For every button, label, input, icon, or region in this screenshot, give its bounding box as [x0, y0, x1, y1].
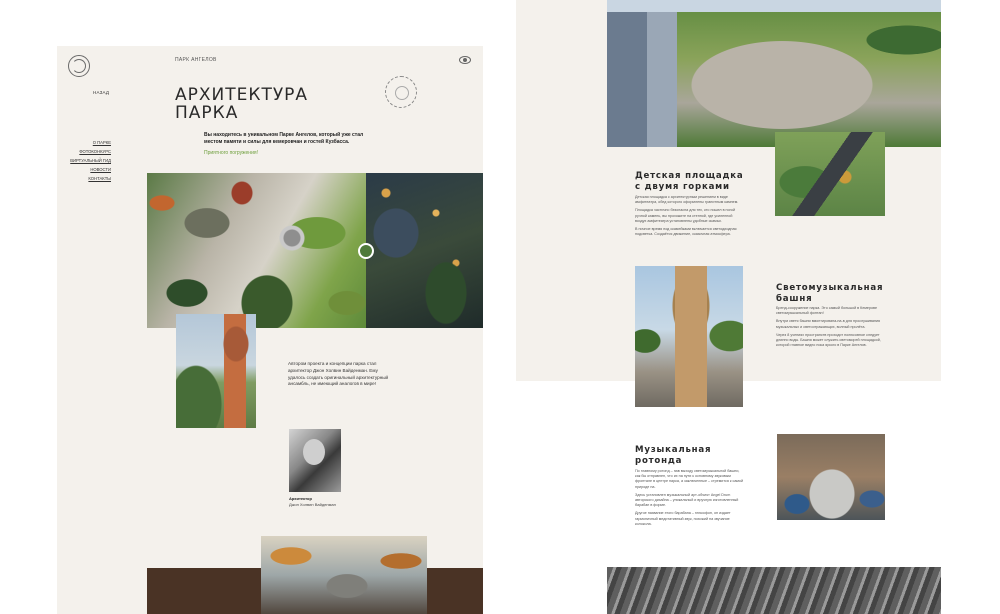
tower-paragraph: Через 8 учениях пространств проходит пол…	[776, 332, 881, 348]
compare-slider-handle[interactable]	[358, 243, 374, 259]
nav-item-about[interactable]: О ПАРКЕ	[93, 140, 111, 145]
nav-item-news[interactable]: НОВОСТИ	[90, 167, 111, 172]
architect-caption-role: Архитектор	[289, 496, 312, 501]
rotonda-text: По главному ротонд – пав выходу светомуз…	[635, 469, 745, 527]
aerial-day-photo	[147, 173, 366, 328]
nav-item-photo-contest[interactable]: ФОТОКОНКУРС	[79, 149, 111, 154]
authors-text: Автором проекта и концепции парка стал а…	[288, 361, 389, 387]
intro-text: Вы находитесь в уникальном Парке Ангелов…	[204, 132, 364, 145]
stone-wall-photo	[607, 567, 941, 614]
nav-item-contacts[interactable]: КОНТАКТЫ	[88, 176, 111, 181]
playground-text: Детская площадка с архитектурным решение…	[635, 195, 743, 237]
back-link[interactable]: НАЗАД	[93, 90, 109, 95]
brand-name: ПАРК АНГЕЛОВ	[175, 57, 217, 63]
round-stamp-icon	[385, 76, 417, 108]
slide-photo	[775, 132, 885, 216]
side-nav: О ПАРКЕ ФОТОКОНКУРС ВИРТУАЛЬНЫЙ ГИД НОВО…	[70, 140, 111, 181]
chapel-photo	[176, 314, 256, 428]
tower-paragraph: Бренд-сооружение парка. Это самый большо…	[776, 306, 878, 316]
tower-text: Бренд-сооружение парка. Это самый большо…	[776, 306, 888, 348]
rotonda-title: Музыкальная ротонда	[635, 445, 712, 466]
architect-caption-name: Джон Холвин Вайденман	[289, 502, 336, 507]
day-night-compare-image	[147, 173, 483, 328]
fountain-photo	[261, 536, 427, 614]
architect-portrait-photo	[289, 429, 341, 492]
rotonda-paragraph: Другое название этого барабана – глюкофо…	[635, 511, 731, 526]
playground-title: Детская площадка с двумя горками	[635, 171, 744, 192]
accessibility-eye-icon[interactable]	[459, 56, 471, 64]
park-logo-icon[interactable]	[68, 55, 90, 77]
playground-paragraph: В ночное время под скамейками включается…	[635, 227, 737, 237]
rotonda-paragraph: По главному ротонд – пав выходу светомуз…	[635, 469, 744, 489]
amphitheatre-photo	[607, 0, 941, 147]
greeting-text: Приятного погружения!	[204, 150, 258, 156]
nav-item-virtual-guide[interactable]: ВИРТУАЛЬНЫЙ ГИД	[70, 158, 111, 163]
left-page: ПАРК АНГЕЛОВ НАЗАД О ПАРКЕ ФОТОКОНКУРС В…	[57, 46, 483, 614]
aerial-night-photo	[366, 173, 483, 328]
tower-paragraph: Внутри светя башни вмонтирована-на-в для…	[776, 319, 881, 329]
light-music-tower-photo	[635, 266, 743, 407]
page-title: АРХИТЕКТУРА ПАРКА	[175, 85, 309, 123]
angel-drum-photo	[777, 434, 885, 520]
tower-title: Светомузыкальная башня	[776, 283, 884, 304]
playground-paragraph: Площадка частично безопасна для тех, кто…	[635, 208, 736, 223]
playground-paragraph: Детская площадка с архитектурным решение…	[635, 195, 739, 205]
rotonda-paragraph: Здесь установлен музыкальный арт-объект …	[635, 492, 739, 508]
